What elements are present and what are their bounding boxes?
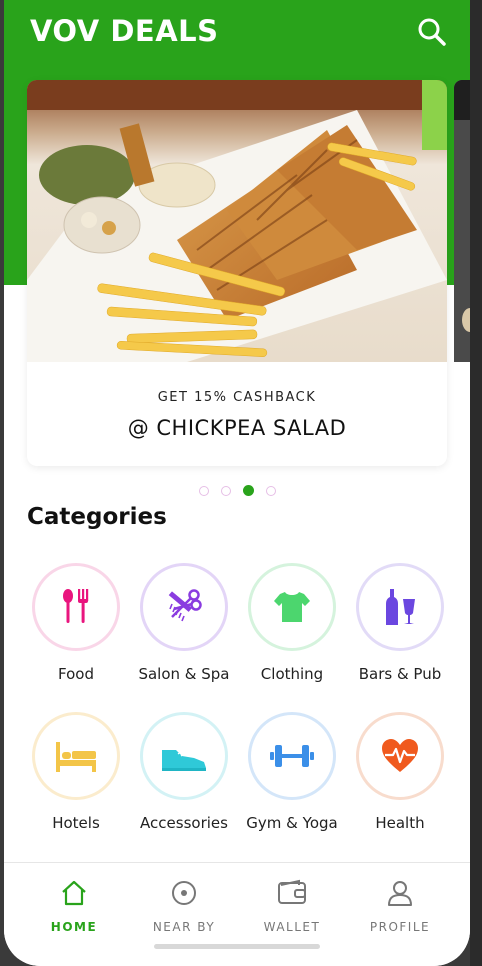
category-icon-ring — [140, 712, 228, 800]
category-icon-ring — [32, 563, 120, 651]
nav-profile[interactable]: PROFILE — [350, 879, 450, 934]
bottle-glass-icon — [386, 589, 415, 625]
search-icon — [418, 18, 446, 46]
category-hotels[interactable]: Hotels — [22, 712, 130, 832]
promo-title: @ CHICKPEA SALAD — [127, 416, 347, 440]
nav-label: PROFILE — [369, 920, 431, 934]
category-label: Salon & Spa — [138, 665, 230, 683]
category-gym-yoga[interactable]: Gym & Yoga — [238, 712, 346, 832]
nav-label: WALLET — [263, 920, 321, 934]
promo-food-image — [27, 80, 447, 362]
category-label: Hotels — [52, 814, 100, 832]
promo-banner-card[interactable]: GET 15% CASHBACK @ CHICKPEA SALAD — [27, 80, 447, 466]
carousel-dot[interactable] — [198, 485, 209, 496]
fork-spoon-icon — [63, 589, 89, 623]
nav-label: NEAR BY — [152, 920, 216, 934]
category-label: Bars & Pub — [358, 665, 442, 683]
nav-wallet[interactable]: WALLET — [242, 879, 342, 934]
categories-heading: Categories — [27, 504, 167, 530]
category-label: Gym & Yoga — [246, 814, 338, 832]
category-label: Clothing — [260, 665, 324, 683]
bed-icon — [56, 742, 96, 772]
next-banner-image — [454, 80, 470, 362]
category-icon-ring — [356, 563, 444, 651]
app-title: VOV DEALS — [30, 14, 219, 48]
category-health[interactable]: Health — [346, 712, 454, 832]
heart-pulse-icon — [382, 739, 418, 772]
category-label: Accessories — [140, 814, 228, 832]
category-clothing[interactable]: Clothing — [238, 563, 346, 683]
category-icon-ring — [248, 712, 336, 800]
bottom-navigation: HOME NEAR BY WALLET PROFILE — [4, 862, 470, 966]
category-icon-ring — [140, 563, 228, 651]
search-button[interactable] — [416, 16, 448, 48]
shoe-icon — [162, 750, 206, 771]
nav-home[interactable]: HOME — [24, 879, 124, 934]
category-bars-pub[interactable]: Bars & Pub — [346, 563, 454, 683]
category-food[interactable]: Food — [22, 563, 130, 683]
nav-near-by[interactable]: NEAR BY — [134, 879, 234, 934]
carousel-dot[interactable] — [220, 485, 231, 496]
carousel-dots — [4, 482, 470, 500]
screen-edge — [470, 0, 482, 966]
carousel-dot-active[interactable] — [242, 485, 254, 497]
category-label: Food — [58, 665, 94, 683]
app-screen: VOV DEALS GET 15% CASHBACK @ CHICKPEA SA… — [4, 0, 470, 966]
home-indicator[interactable] — [154, 944, 320, 949]
profile-icon — [388, 881, 412, 906]
category-icon-ring — [32, 712, 120, 800]
category-icon-ring — [356, 712, 444, 800]
dumbbell-icon — [270, 745, 314, 767]
category-salon-spa[interactable]: Salon & Spa — [130, 563, 238, 683]
promo-subtitle: GET 15% CASHBACK — [157, 390, 317, 405]
scissors-comb-icon — [168, 589, 202, 622]
category-accessories[interactable]: Accessories — [130, 712, 238, 832]
location-icon — [172, 881, 196, 905]
carousel-dot[interactable] — [265, 485, 276, 496]
category-label: Health — [375, 814, 425, 832]
wallet-icon — [278, 879, 306, 904]
next-banner-card-peek[interactable] — [454, 80, 470, 466]
home-icon — [62, 880, 86, 906]
tshirt-icon — [274, 592, 310, 622]
category-icon-ring — [248, 563, 336, 651]
nav-label: HOME — [50, 920, 98, 934]
